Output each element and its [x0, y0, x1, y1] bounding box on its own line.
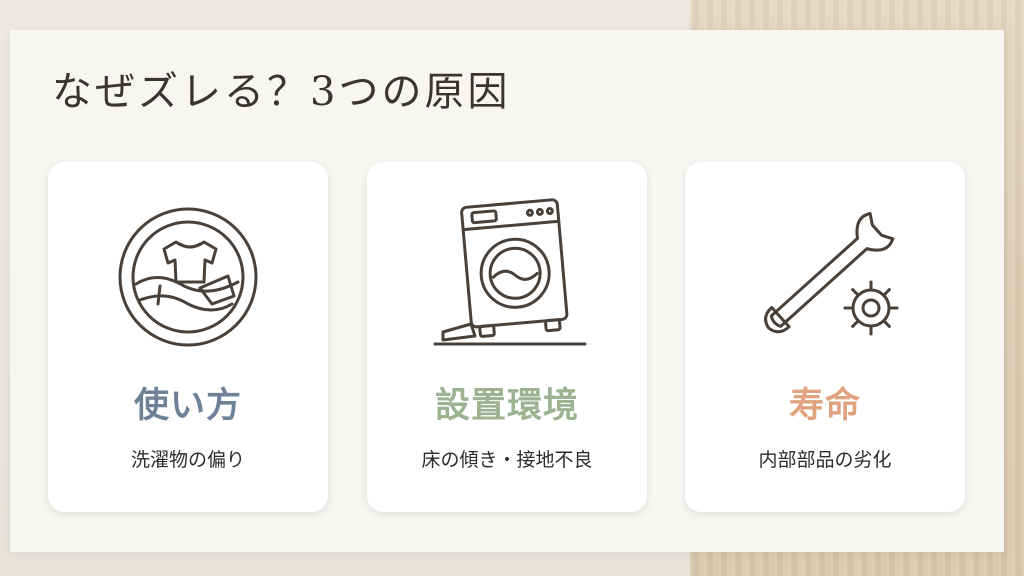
- cause-description: 床の傾き・接地不良: [421, 449, 593, 471]
- tilted-washing-machine-icon: [407, 192, 607, 362]
- cause-description: 内部部品の劣化: [758, 449, 892, 471]
- wrench-gear-icon: [725, 192, 925, 362]
- page-title: なぜズレる？3つの原因: [52, 69, 511, 115]
- cause-description: 洗濯物の偏り: [130, 449, 245, 471]
- cause-card-installation: 設置環境 床の傾き・接地不良: [367, 162, 647, 512]
- laundry-drum-icon: [88, 192, 288, 362]
- slide: なぜズレる？3つの原因 使い方 洗濯物の偏り 設置環境 床の傾き・接地不良 寿命…: [0, 0, 1024, 576]
- cause-title: 使い方: [133, 386, 242, 426]
- cause-title: 設置環境: [434, 386, 579, 426]
- cause-card-lifespan: 寿命 内部部品の劣化: [685, 162, 965, 512]
- cause-title: 寿命: [788, 386, 861, 426]
- cause-card-usage: 使い方 洗濯物の偏り: [48, 162, 328, 512]
